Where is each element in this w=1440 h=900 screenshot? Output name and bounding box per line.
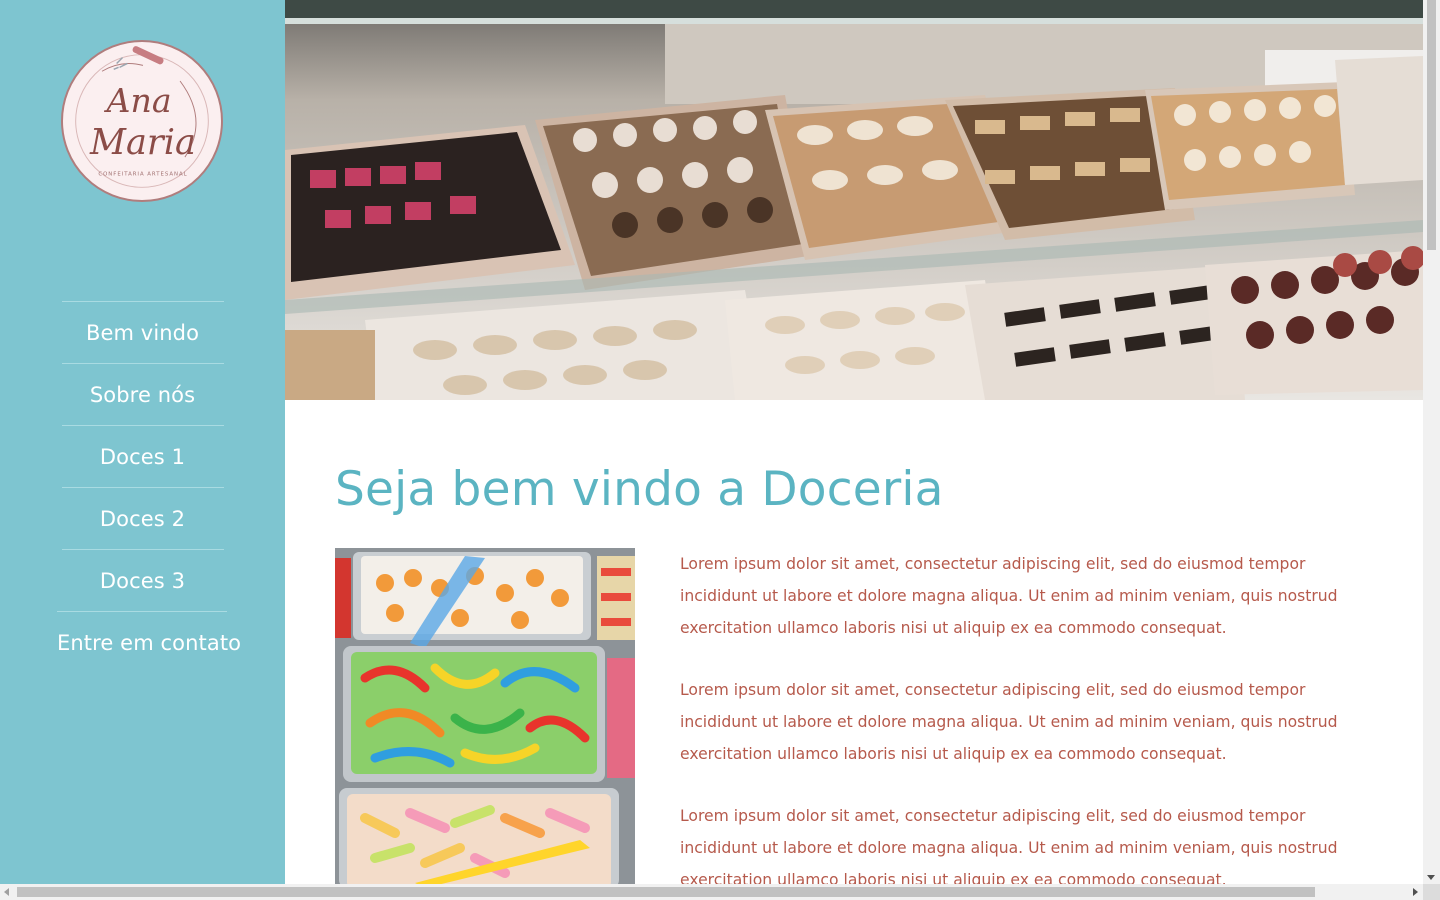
- horizontal-scrollbar[interactable]: [0, 884, 1423, 900]
- chevron-left-icon[interactable]: [4, 888, 9, 896]
- vertical-scrollbar[interactable]: [1423, 0, 1440, 884]
- intro-text: Lorem ipsum dolor sit amet, consectetur …: [680, 548, 1385, 884]
- nav-item-bem-vindo[interactable]: Bem vindo: [61, 301, 224, 363]
- chevron-down-icon[interactable]: [1427, 875, 1435, 880]
- paragraph: Lorem ipsum dolor sit amet, consectetur …: [680, 807, 1338, 884]
- sidebar: Ana Maria CONFEITARIA ARTESANAL Bem vind…: [0, 0, 285, 884]
- nav-item-doces-2[interactable]: Doces 2: [61, 487, 224, 549]
- horizontal-scroll-thumb[interactable]: [17, 887, 1315, 897]
- main-nav: Bem vindo Sobre nós Doces 1 Doces 2 Doce…: [0, 301, 285, 673]
- hero-image-pastry-display: [285, 0, 1423, 400]
- page-title: Seja bem vindo a Doceria: [335, 462, 944, 517]
- logo-line2: Maria: [89, 122, 196, 163]
- paragraph: Lorem ipsum dolor sit amet, consectetur …: [680, 555, 1338, 637]
- paragraph: Lorem ipsum dolor sit amet, consectetur …: [680, 681, 1338, 763]
- brand-logo[interactable]: Ana Maria CONFEITARIA ARTESANAL: [61, 40, 223, 202]
- logo-line1: Ana: [104, 81, 172, 120]
- nav-item-doces-3[interactable]: Doces 3: [61, 549, 224, 611]
- logo-graphic: Ana Maria CONFEITARIA ARTESANAL: [75, 46, 209, 188]
- nav-item-sobre-nos[interactable]: Sobre nós: [61, 363, 224, 425]
- candy-bins-image: [335, 548, 635, 884]
- chevron-right-icon[interactable]: [1413, 888, 1418, 896]
- nav-item-contato[interactable]: Entre em contato: [57, 611, 241, 673]
- logo-tagline: CONFEITARIA ARTESANAL: [98, 172, 187, 178]
- nav-item-doces-1[interactable]: Doces 1: [61, 425, 224, 487]
- scrollbar-corner: [1423, 884, 1440, 900]
- main-content: Seja bem vindo a Doceria Lorem ipsum dol…: [285, 0, 1423, 884]
- vertical-scroll-thumb[interactable]: [1427, 0, 1436, 250]
